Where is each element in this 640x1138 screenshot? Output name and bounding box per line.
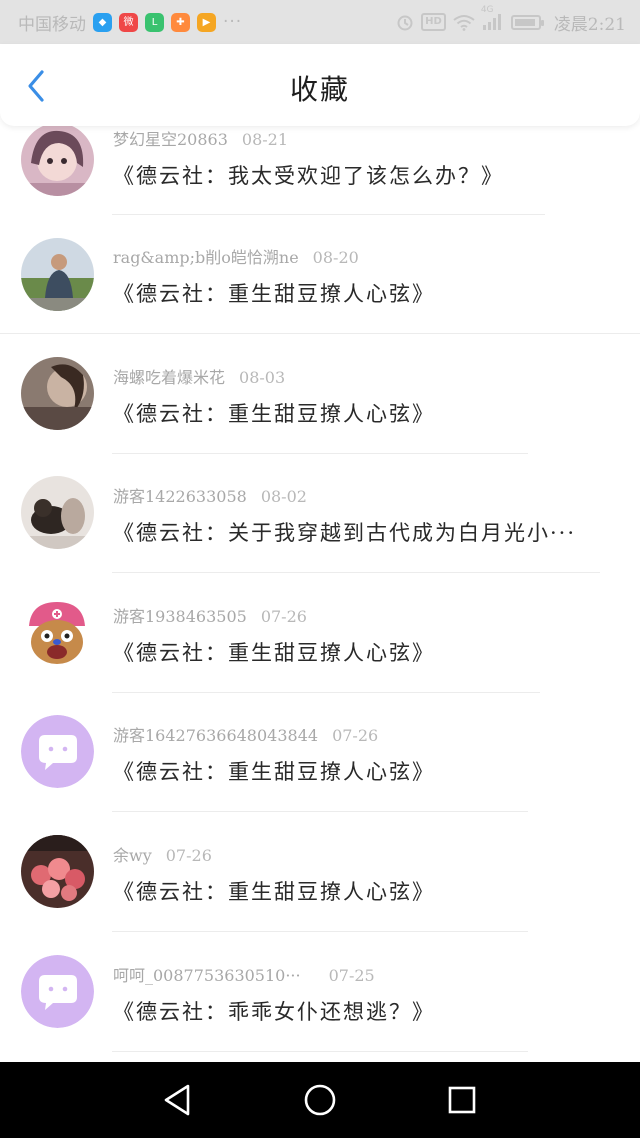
item-meta: 呵呵_0087753630510··· 07-25 — [113, 962, 375, 986]
list-item[interactable]: rag&amp;b削o皑恰溯ne 08-20 《德云社：重生甜豆撩人心弦》 — [0, 214, 640, 334]
list-item[interactable]: 呵呵_0087753630510··· 07-25 《德云社：乖乖女仆还想逃？》 — [0, 932, 640, 1052]
date-label: 08-20 — [312, 248, 359, 267]
book-title: 《德云社：重生甜豆撩人心弦》 — [113, 640, 435, 665]
status-bar: 中国移动 ◆ 微 L ✚ ▶ ··· HD 4G 凌晨2:21 — [0, 0, 640, 44]
triangle-back-icon — [164, 1084, 190, 1116]
book-title: 《德云社：乖乖女仆还想逃？》 — [113, 999, 435, 1024]
date-label: 07-25 — [328, 965, 375, 985]
username: 海螺吃着爆米花 — [113, 367, 226, 387]
list-item[interactable]: 游客1422633058 08-02 《德云社：关于我穿越到古代成为白月光小··· — [0, 453, 640, 574]
weibo-app-icon: 微 — [119, 12, 138, 32]
shield-app-icon: ◆ — [93, 12, 112, 32]
favorites-list: 梦幻星空20863 08-21 《德云社：我太受欢迎了该怎么办？》 rag&amp… — [0, 123, 640, 1052]
avatar[interactable] — [21, 834, 94, 908]
avatar[interactable] — [21, 123, 94, 196]
book-title: 《德云社：重生甜豆撩人心弦》 — [113, 760, 435, 785]
list-item[interactable]: 海螺吃着爆米花 08-03 《德云社：重生甜豆撩人心弦》 — [0, 334, 640, 454]
item-meta: 余wy 07-26 — [113, 842, 212, 866]
avatar[interactable] — [21, 238, 94, 311]
item-meta: 游客1938463505 07-26 — [113, 603, 307, 627]
tools-app-icon: ✚ — [171, 12, 190, 32]
wifi-icon — [453, 14, 475, 31]
page-title: 收藏 — [289, 73, 350, 106]
avatar[interactable] — [21, 595, 94, 669]
book-title: 《德云社：重生甜豆撩人心弦》 — [113, 282, 435, 306]
divider — [112, 1050, 528, 1052]
item-meta: rag&amp;b削o皑恰溯ne 08-20 — [113, 244, 359, 268]
book-title: 《德云社：我太受欢迎了该怎么办？》 — [113, 164, 504, 188]
date-label: 07-26 — [165, 845, 212, 865]
book-title: 《德云社：重生甜豆撩人心弦》 — [113, 401, 435, 426]
username: 游客1938463505 — [113, 606, 247, 626]
default-avatar[interactable] — [21, 715, 94, 789]
navigation-bar — [0, 1062, 640, 1138]
list-item[interactable]: 游客1938463505 07-26 《德云社：重生甜豆撩人心弦》 — [0, 573, 640, 693]
username: 呵呵_0087753630510··· — [113, 965, 301, 985]
hd-badge: HD — [421, 13, 446, 31]
list-item[interactable]: 游客16427636648043844 07-26 《德云社：重生甜豆撩人心弦》 — [0, 692, 640, 813]
battery-icon — [510, 14, 544, 30]
date-label: 08-02 — [260, 487, 307, 507]
video-app-icon: ▶ — [197, 12, 216, 32]
network-type-label: 4G — [480, 5, 494, 15]
messenger-app-icon: L — [145, 12, 164, 32]
item-meta: 游客16427636648043844 07-26 — [113, 722, 378, 746]
username: 余wy — [113, 845, 152, 865]
nav-home-button[interactable] — [300, 1080, 340, 1120]
title-bar: 收藏 — [0, 44, 640, 126]
clock-label: 凌晨2:21 — [553, 14, 626, 35]
avatar[interactable] — [21, 356, 94, 430]
circle-home-icon — [304, 1084, 336, 1116]
carrier-label: 中国移动 — [18, 14, 86, 35]
username: 游客16427636648043844 — [113, 726, 319, 746]
default-avatar[interactable] — [21, 954, 94, 1028]
username: 游客1422633058 — [113, 487, 247, 507]
username: rag&amp;b削o皑恰溯ne — [113, 248, 299, 267]
date-label: 07-26 — [332, 726, 379, 746]
date-label: 08-21 — [241, 130, 289, 149]
item-meta: 梦幻星空20863 08-21 — [113, 126, 288, 150]
book-title: 《德云社：关于我穿越到古代成为白月光小··· — [113, 521, 577, 546]
nav-back-button[interactable] — [158, 1080, 198, 1120]
item-meta: 海螺吃着爆米花 08-03 — [113, 364, 285, 388]
more-notifications-icon: ··· — [223, 12, 243, 32]
date-label: 07-26 — [260, 606, 307, 626]
avatar[interactable] — [21, 476, 94, 550]
signal-icon: 4G — [481, 5, 504, 31]
list-item[interactable]: 余wy 07-26 《德云社：重生甜豆撩人心弦》 — [0, 812, 640, 932]
alarm-icon — [396, 13, 414, 31]
username: 梦幻星空20863 — [113, 130, 228, 149]
book-title: 《德云社：重生甜豆撩人心弦》 — [113, 879, 435, 904]
list-item[interactable]: 梦幻星空20863 08-21 《德云社：我太受欢迎了该怎么办？》 — [0, 123, 640, 215]
nav-recents-button[interactable] — [442, 1080, 482, 1120]
square-recents-icon — [448, 1086, 476, 1114]
item-meta: 游客1422633058 08-02 — [113, 483, 307, 507]
date-label: 08-03 — [239, 367, 286, 387]
